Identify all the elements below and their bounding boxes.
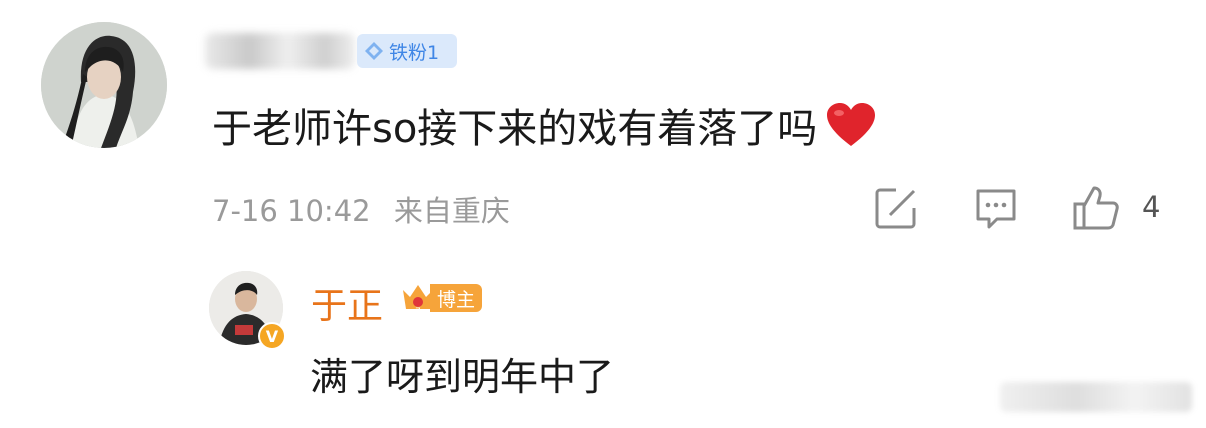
- badge-level: 7: [415, 307, 421, 316]
- verified-badge-icon: V: [258, 322, 286, 350]
- watermark-blurred: [1000, 382, 1192, 412]
- like-count: 4: [1142, 190, 1161, 224]
- commenter-username-blurred[interactable]: [205, 33, 355, 69]
- diamond-icon: [365, 42, 383, 60]
- commenter-avatar[interactable]: [41, 22, 167, 148]
- blogger-badge-label: 博主: [430, 284, 483, 312]
- reply-author-name[interactable]: 于正: [311, 277, 383, 329]
- comment-text-row: 于老师许so接下来的戏有着落了吗: [212, 96, 877, 154]
- fan-badge-label: 铁粉1: [389, 41, 440, 64]
- thumbs-up-icon[interactable]: [1070, 182, 1122, 234]
- blogger-badge: 7 博主: [400, 280, 492, 316]
- comment-meta: 7-16 10:42 来自重庆: [212, 188, 510, 230]
- reply-text: 满了呀到明年中了: [310, 355, 615, 399]
- share-icon[interactable]: [870, 182, 922, 234]
- comment-icon[interactable]: [970, 182, 1022, 234]
- comment-text: 于老师许so接下来的戏有着落了吗: [212, 106, 818, 152]
- red-heart-icon: [827, 103, 876, 146]
- comment-location: 来自重庆: [393, 194, 510, 228]
- fan-level-badge: 铁粉1: [357, 34, 457, 68]
- comment-timestamp: 7-16 10:42: [212, 194, 371, 228]
